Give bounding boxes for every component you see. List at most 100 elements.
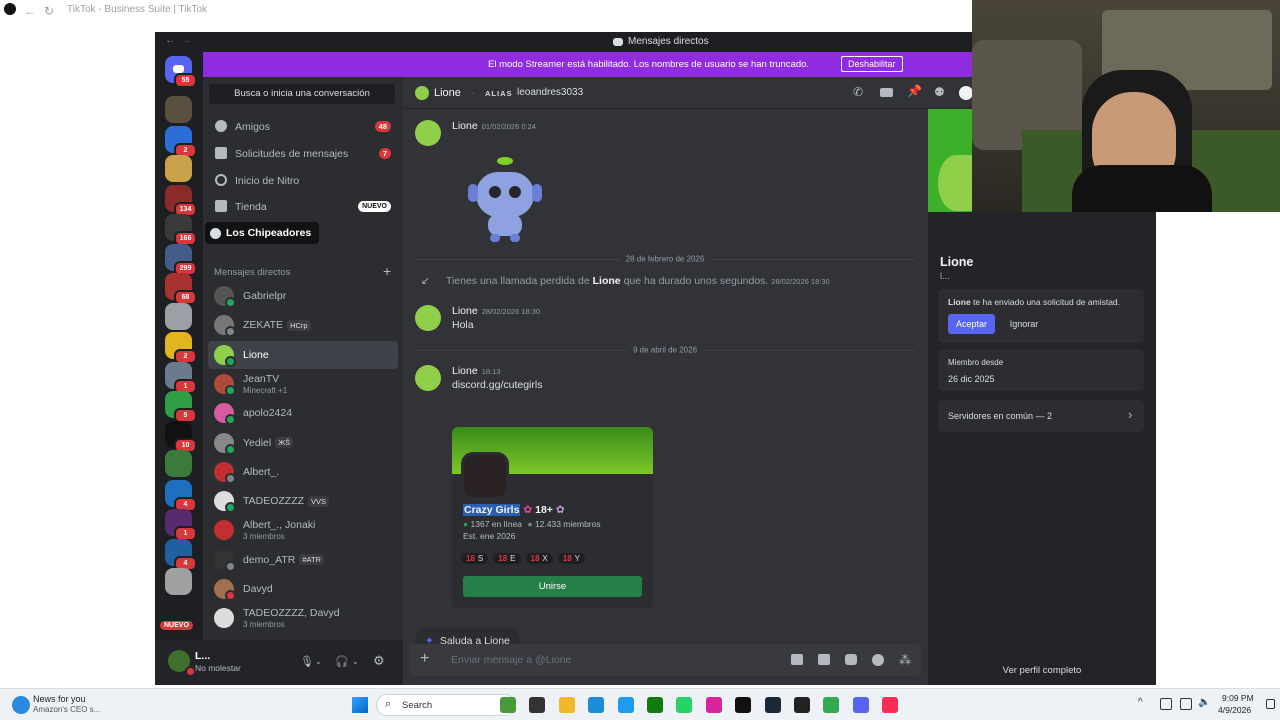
xbox-icon[interactable] [647,697,663,713]
video-icon[interactable] [880,88,893,97]
sticker-icon[interactable] [845,654,857,665]
server-icon[interactable] [165,568,192,595]
discord-icon[interactable] [852,697,869,713]
xbox-game-icon[interactable] [794,697,810,713]
chrome-icon[interactable] [823,697,840,713]
disable-streamer-button[interactable]: Deshabilitar [841,56,903,72]
whatsapp-icon[interactable] [676,697,693,713]
attach-plus-icon[interactable]: + [420,650,429,668]
dm-item[interactable]: ZEKATE HCrp [208,311,398,339]
home-button[interactable]: 55 [165,56,197,88]
instagram-icon[interactable] [705,697,722,713]
server-icon[interactable]: 299 [165,243,197,276]
server-icon[interactable]: 166 [165,214,197,246]
dm-item[interactable]: Albert_., Jonaki 3 miembros [208,516,398,544]
join-button[interactable]: Unirse [463,576,642,597]
steam-icon[interactable] [764,697,781,713]
add-dm-icon[interactable]: + [383,263,391,279]
message-author[interactable]: Lione [452,305,478,317]
dm-item[interactable]: Gabrielpr [208,282,398,310]
missed-call-name[interactable]: Lione [593,275,621,287]
avatar[interactable] [415,120,441,146]
dm-item[interactable]: Yediel ЖŠ [208,429,398,457]
dm-item[interactable]: Lione [208,340,398,369]
server-icon[interactable]: 68 [165,273,197,305]
gif-icon[interactable] [818,654,830,665]
nav-nitro[interactable]: Inicio de Nitro [211,169,395,193]
pin-icon[interactable]: 📌 [907,84,922,98]
news-widget-icon[interactable] [12,696,30,714]
notifications-icon[interactable] [1266,699,1275,709]
message-author[interactable]: Lione [452,365,478,377]
server-icon[interactable] [165,155,192,182]
network-icon[interactable] [1160,698,1172,710]
message-input[interactable]: Enviar mensaje a @Lione [451,654,571,666]
tiktok-studio-icon[interactable] [882,697,899,713]
profile-toggle-icon[interactable] [959,86,973,100]
server-icon[interactable]: 2 [165,332,197,364]
microphone-icon[interactable]: 🎙 [300,655,314,668]
twitter-icon[interactable] [617,697,634,713]
ignore-button[interactable]: Ignorar [1002,314,1046,334]
accept-button[interactable]: Aceptar [948,314,995,334]
dm-item[interactable]: Davyd [208,575,398,603]
message-text[interactable]: discord.gg/cutegirls [452,379,542,391]
reload-icon[interactable]: ↻ [44,4,54,18]
dm-item[interactable]: Albert_. [208,458,398,486]
server-icon[interactable]: 5 [165,391,197,423]
nav-label: Inicio de Nitro [235,175,300,187]
forward-arrow-icon[interactable]: → [181,35,191,46]
message-author[interactable]: Lione [452,120,478,132]
people-app-icon[interactable] [500,697,516,713]
dm-item[interactable]: TADEOZZZZ VVS [208,487,398,515]
clock-date[interactable]: 4/9/2026 [1218,705,1251,715]
server-icon[interactable] [165,96,192,123]
mutual-servers-row[interactable]: Servidores en común — 2 › [938,400,1144,432]
tray-chevron-up-icon[interactable]: ^ [1138,697,1143,708]
add-friend-icon[interactable]: ⚉ [934,85,945,99]
back-icon[interactable]: ← [24,4,36,18]
nav-message-requests[interactable]: Solicitudes de mensajes 7 [211,142,395,166]
tab-title[interactable]: TikTok - Business Suite | TikTok [67,4,207,15]
emoji-icon[interactable] [872,654,884,666]
news-title[interactable]: News for you [33,694,86,704]
server-icon[interactable]: 2 [165,125,197,158]
server-icon[interactable]: 1 [165,361,197,394]
phone-icon[interactable]: ✆ [853,85,863,99]
back-arrow-icon[interactable]: ← [165,35,175,46]
terminal-icon[interactable] [529,697,546,713]
display-icon[interactable] [1180,698,1192,710]
apps-icon[interactable]: ⁂ [899,653,911,667]
gift-icon[interactable] [791,654,803,665]
tiktok-icon[interactable] [735,697,752,713]
file-explorer-icon[interactable] [558,697,575,713]
server-icon[interactable]: 10 [165,420,197,453]
dm-item[interactable]: apolo2424 [208,399,398,427]
server-icon[interactable] [165,450,192,477]
headphones-icon[interactable]: 🎧 [335,655,349,668]
volume-icon[interactable]: 🔈 [1198,697,1210,708]
server-icon[interactable]: 1 [165,509,197,541]
avatar[interactable] [415,365,441,391]
search-input[interactable]: Busca o inicia una conversación [209,84,395,104]
dm-item[interactable]: demo_ATR #ATR [208,546,398,574]
view-full-profile-link[interactable]: Ver perfil completo [928,665,1156,676]
gear-icon[interactable]: ⚙ [373,653,385,669]
nav-shop[interactable]: Tienda NUEVO [211,195,395,219]
server-icon[interactable]: 4 [165,479,197,512]
chevron-down-icon[interactable]: ⌄ [315,657,322,666]
dm-item[interactable]: JeanTV Minecraft +1 [208,370,398,398]
windows-start-icon[interactable] [352,697,368,713]
nav-friends[interactable]: Amigos 48 [211,115,395,139]
dm-item[interactable]: TADEOZZZZ, Davyd 3 miembros [208,604,398,632]
server-icon[interactable]: 134 [165,184,197,217]
invite-age: 18+ [535,504,553,516]
server-icon[interactable]: 4 [165,538,197,571]
chevron-down-icon[interactable]: ⌄ [352,657,359,666]
taskbar-search[interactable]: ⌕ Search [376,694,516,716]
server-icon[interactable] [165,302,192,330]
chat-title[interactable]: Lione [434,87,461,99]
clock-time[interactable]: 9:09 PM [1222,693,1254,703]
edge-icon[interactable] [588,697,605,713]
avatar[interactable] [415,305,441,331]
